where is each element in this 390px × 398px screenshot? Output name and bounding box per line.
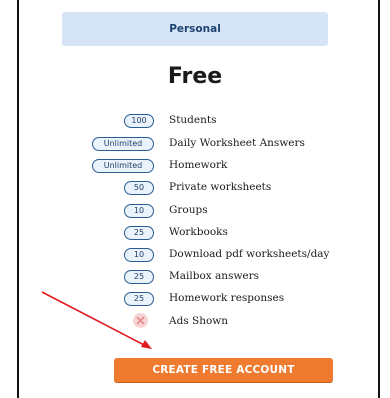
red-arrow-annotation <box>41 291 152 349</box>
